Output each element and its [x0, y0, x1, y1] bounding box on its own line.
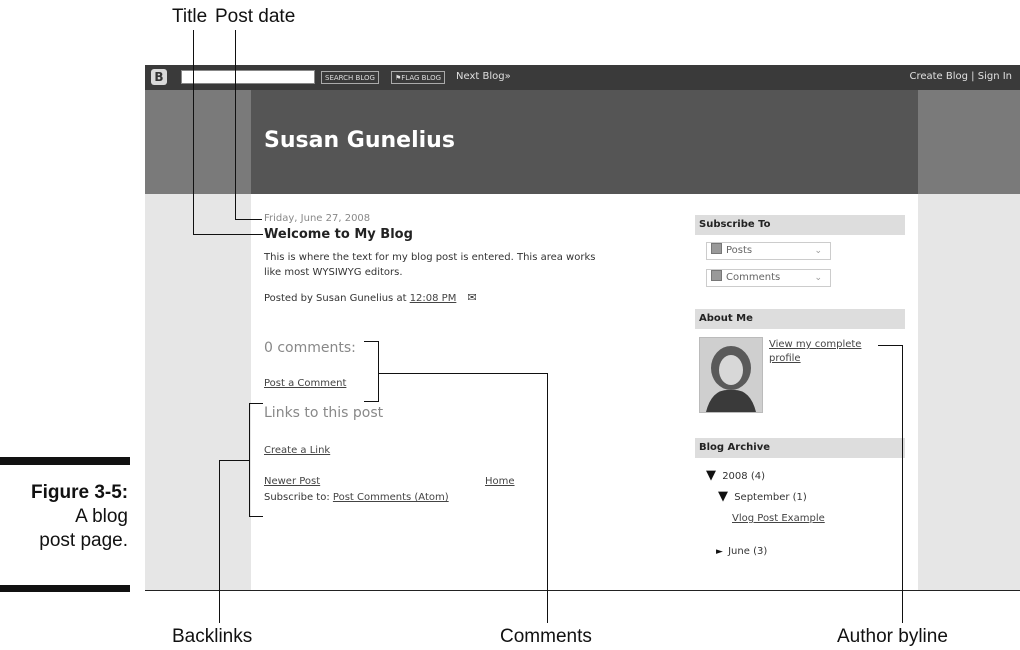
backlinks-leader-vertical	[219, 460, 220, 623]
comments-feed-label: Comments	[726, 272, 781, 283]
about-me-heading: About Me	[695, 309, 905, 329]
backlinks-heading: Links to this post	[264, 405, 384, 421]
backlinks-bracket-bottom	[249, 516, 263, 517]
flag-blog-button[interactable]: ⚑FLAG BLOG	[391, 71, 446, 84]
comments-bracket-top	[364, 341, 378, 342]
create-link[interactable]: Create a Link	[264, 445, 330, 456]
author-leader-vertical	[902, 345, 903, 623]
triangle-right-icon[interactable]: ►	[716, 547, 723, 557]
blog-archive-heading: Blog Archive	[695, 438, 905, 458]
archive-june-label: June (3)	[728, 546, 768, 557]
right-margin	[918, 194, 1020, 590]
archive-month-label: September (1)	[734, 492, 807, 503]
chevron-down-icon: ⌄	[814, 273, 822, 283]
posts-feed-dropdown[interactable]: Posts ⌄	[706, 242, 831, 260]
main-content: Friday, June 27, 2008 Welcome to My Blog…	[251, 194, 918, 590]
feed-icon	[711, 243, 722, 254]
archive-year[interactable]: ▼ 2008 (4)	[706, 468, 765, 483]
post-title[interactable]: Welcome to My Blog	[264, 227, 413, 242]
callout-author-byline: Author byline	[837, 626, 948, 647]
callout-comments: Comments	[500, 626, 592, 647]
blog-header: Susan Gunelius	[145, 90, 1020, 194]
figure-caption-line1: A blog	[75, 506, 128, 527]
title-leader-vertical	[193, 30, 194, 235]
callout-backlinks: Backlinks	[172, 626, 253, 647]
subscribe-heading: Subscribe To	[695, 215, 905, 235]
home-link[interactable]: Home	[485, 476, 515, 487]
figure-caption-line2: post page.	[39, 530, 128, 551]
comments-heading: 0 comments:	[264, 340, 356, 356]
figure-rule-top	[0, 457, 130, 465]
title-leader-horizontal	[193, 234, 263, 235]
header-title-area: Susan Gunelius	[251, 90, 918, 194]
post-time-link[interactable]: 12:08 PM	[410, 293, 457, 304]
triangle-down-icon[interactable]: ▼	[706, 468, 716, 483]
archive-month-june[interactable]: ► June (3)	[716, 546, 767, 557]
post-comments-atom-link[interactable]: Post Comments (Atom)	[333, 492, 449, 503]
posted-by-text: Posted by Susan Gunelius at	[264, 293, 407, 304]
navbar: B SEARCH BLOG ⚑FLAG BLOG Next Blog» Crea…	[145, 65, 1020, 90]
archive-month-september[interactable]: ▼ September (1)	[718, 489, 807, 504]
author-photo[interactable]	[699, 337, 763, 413]
figure-rule-bottom	[0, 585, 130, 592]
flag-blog-label: FLAG BLOG	[401, 74, 442, 82]
feed-icon	[711, 270, 722, 281]
post-footer: Posted by Susan Gunelius at 12:08 PM ✉	[264, 291, 477, 304]
chevron-down-icon: ⌄	[814, 246, 822, 256]
blogger-icon[interactable]: B	[151, 69, 167, 85]
post-body-line1: This is where the text for my blog post …	[264, 252, 596, 263]
post-body-line2: like most WYSIWYG editors.	[264, 267, 403, 278]
subscribe-label: Subscribe to:	[264, 492, 330, 503]
post-date: Friday, June 27, 2008	[264, 213, 371, 224]
author-leader-horizontal	[878, 345, 903, 346]
comments-bracket-bottom	[364, 401, 378, 402]
newer-post-link[interactable]: Newer Post	[264, 476, 320, 487]
comments-feed-dropdown[interactable]: Comments ⌄	[706, 269, 831, 287]
figure-label: Figure 3-5:	[31, 482, 129, 503]
subscribe-comments: Subscribe to: Post Comments (Atom)	[264, 492, 449, 503]
backlinks-bracket-top	[249, 403, 263, 404]
callout-title: Title	[172, 6, 208, 27]
comments-leader-vertical	[547, 373, 548, 623]
email-post-icon[interactable]: ✉	[468, 291, 477, 304]
view-profile-link-line1[interactable]: View my complete	[769, 339, 861, 350]
comments-bracket-vertical	[378, 341, 379, 402]
posts-feed-label: Posts	[726, 245, 753, 256]
archive-year-label: 2008 (4)	[722, 471, 765, 482]
blog-screenshot: B SEARCH BLOG ⚑FLAG BLOG Next Blog» Crea…	[145, 65, 1020, 591]
triangle-down-icon[interactable]: ▼	[718, 489, 728, 504]
callout-post-date: Post date	[215, 6, 296, 27]
post-comment-link[interactable]: Post a Comment	[264, 378, 346, 389]
author-photo-image	[700, 338, 762, 412]
view-profile-link-line2[interactable]: profile	[769, 353, 801, 364]
archive-post-link[interactable]: Vlog Post Example	[732, 513, 825, 524]
create-blog-sign-in-links[interactable]: Create Blog | Sign In	[909, 71, 1012, 82]
post-date-leader-horizontal	[235, 219, 262, 220]
blog-title[interactable]: Susan Gunelius	[264, 128, 455, 153]
search-blog-button[interactable]: SEARCH BLOG	[321, 71, 379, 84]
left-margin	[145, 194, 251, 590]
comments-leader-horizontal	[378, 373, 548, 374]
next-blog-link[interactable]: Next Blog»	[456, 71, 511, 82]
search-input[interactable]	[181, 70, 315, 84]
post-date-leader-vertical	[235, 30, 236, 220]
backlinks-leader-horizontal	[219, 460, 250, 461]
